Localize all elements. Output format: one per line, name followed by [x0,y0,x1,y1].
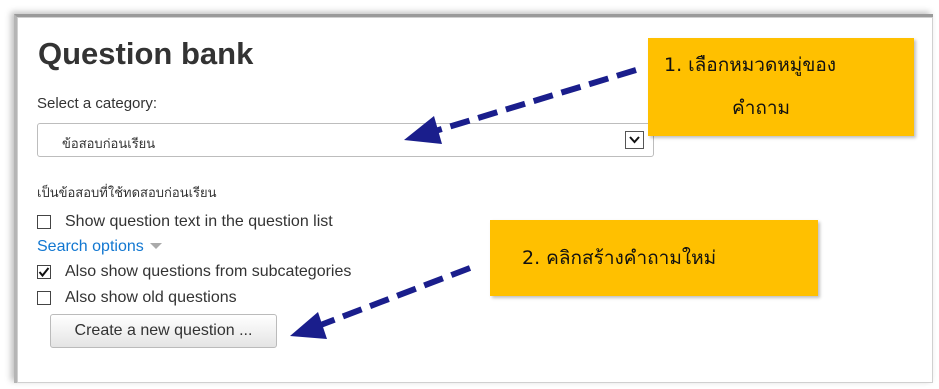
arrow-icon [290,265,472,339]
arrow-icon [404,67,637,144]
annotation-arrows [290,67,637,339]
